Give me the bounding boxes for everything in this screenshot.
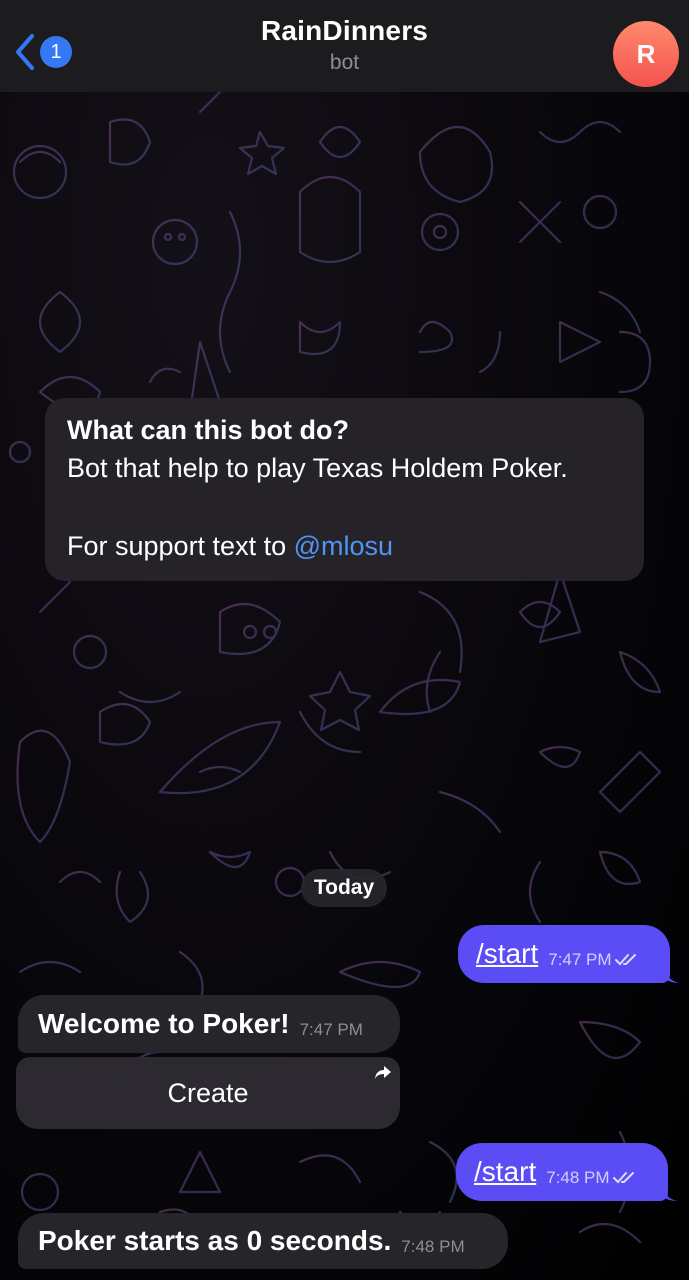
message-meta: 7:47 PM <box>548 950 640 970</box>
command-link[interactable]: /start <box>474 1156 536 1188</box>
bot-info-card: What can this bot do? Bot that help to p… <box>45 398 644 581</box>
chat-title: RainDinners <box>260 15 429 46</box>
unread-count-badge: 1 <box>40 36 72 68</box>
incoming-message: Poker starts as 0 seconds. 7:48 PM <box>18 1213 508 1269</box>
bot-info-support: For support text to @mlosu <box>67 526 622 566</box>
chat-subtitle: bot <box>329 51 360 74</box>
command-link[interactable]: /start <box>476 938 538 970</box>
message-time: 7:48 PM <box>401 1237 465 1256</box>
chat-screen: 1 RainDinners bot R What can this bot do… <box>0 0 689 1280</box>
message-text: Poker starts as 0 seconds. <box>38 1225 392 1256</box>
outgoing-message: /start 7:48 PM <box>456 1143 668 1201</box>
support-text: For support text to <box>67 531 294 561</box>
double-check-icon <box>614 954 636 966</box>
inline-button-create[interactable]: Create <box>16 1057 400 1129</box>
back-button[interactable]: 1 <box>12 32 72 72</box>
bubble-tail <box>662 1183 678 1201</box>
bot-info-title: What can this bot do? <box>67 415 349 445</box>
double-check-icon <box>612 1172 634 1184</box>
message-text: Welcome to Poker! <box>38 1008 290 1039</box>
outgoing-message: /start 7:47 PM <box>458 925 670 983</box>
bubble-tail <box>664 965 680 983</box>
chat-title-block[interactable]: RainDinners bot <box>261 15 428 75</box>
incoming-message: Welcome to Poker! 7:47 PM <box>18 995 400 1053</box>
chevron-left-icon <box>16 34 34 70</box>
support-mention-link[interactable]: @mlosu <box>294 531 393 561</box>
message-time: 7:47 PM <box>548 950 612 969</box>
message-meta: 7:48 PM <box>546 1168 638 1188</box>
forward-arrow-icon <box>375 1066 391 1079</box>
message-time: 7:48 PM <box>546 1168 610 1187</box>
message-time: 7:47 PM <box>299 1020 363 1039</box>
chat-header: 1 RainDinners bot R <box>0 0 689 92</box>
inline-button-label: Create <box>167 1078 249 1108</box>
bot-info-description: Bot that help to play Texas Holdem Poker… <box>67 453 568 483</box>
bot-avatar[interactable]: R <box>613 21 679 87</box>
date-separator: Today <box>301 869 387 907</box>
